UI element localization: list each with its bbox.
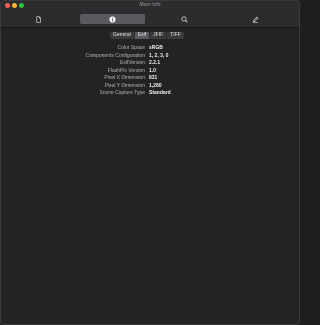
tab-jfif[interactable]: JFIF [149, 32, 166, 39]
toolbar [1, 10, 299, 28]
property-row: Pixel Y Dimension 1,280 [1, 83, 299, 91]
property-value: sRGB [149, 45, 163, 51]
magnifier-icon [181, 15, 188, 23]
property-key: Color Space [117, 45, 145, 51]
exif-properties: Color Space sRGB Components Configuratio… [1, 45, 299, 98]
property-key: Pixel X Dimension [104, 75, 145, 81]
property-row: FlashPix Version 1.0 [1, 68, 299, 76]
property-value: 1.0 [149, 67, 156, 74]
property-value: 1, 2, 3, 0 [149, 52, 169, 59]
property-key: Components Configuration [85, 52, 145, 59]
property-row: Components Configuration 1, 2, 3, 0 [1, 53, 299, 61]
tab-tiff[interactable]: TIFF [166, 32, 184, 39]
property-key: ExifVersion [119, 60, 145, 66]
pencil-icon [252, 16, 259, 23]
property-row: Color Space sRGB [1, 45, 299, 53]
tab-general[interactable]: General [110, 32, 134, 39]
property-value: 831 [149, 75, 158, 81]
inspector-window: More Info General Exif JFIF TIFF Color S… [0, 0, 300, 325]
property-row: Scene Capture Type Standard [1, 90, 299, 98]
property-key: Pixel Y Dimension [104, 82, 145, 89]
property-row: ExifVersion 2.2.1 [1, 60, 299, 68]
property-value: Standard [149, 90, 171, 96]
more-info-button[interactable] [80, 14, 145, 24]
annotate-button[interactable] [223, 14, 288, 24]
property-row: Pixel X Dimension 831 [1, 75, 299, 83]
title-bar: More Info [1, 1, 299, 10]
tab-exif[interactable]: Exif [133, 32, 150, 39]
property-value: 1,280 [149, 82, 162, 89]
window-title: More Info [139, 2, 161, 8]
info-icon [109, 15, 116, 23]
segmented-tabs: General Exif JFIF TIFF [110, 32, 184, 39]
document-icon [36, 15, 41, 23]
inspect-button[interactable] [152, 14, 217, 24]
property-key: FlashPix Version [107, 67, 145, 74]
property-value: 2.2.1 [149, 60, 161, 66]
property-key: Scene Capture Type [99, 90, 146, 96]
general-info-button[interactable] [6, 14, 71, 24]
